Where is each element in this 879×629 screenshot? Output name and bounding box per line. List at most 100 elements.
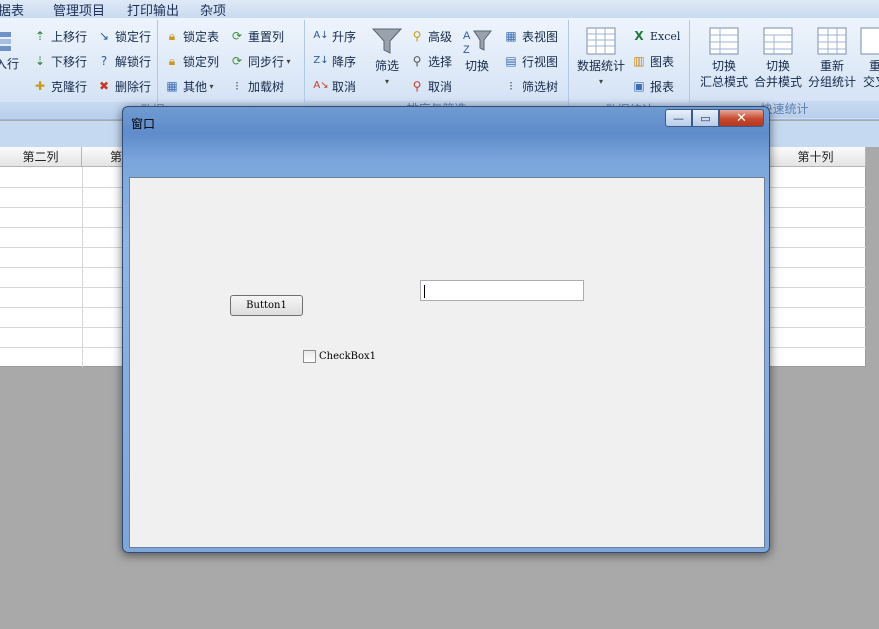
cross-statistics-button[interactable]: 重 交叉 (860, 26, 879, 90)
load-tree-label: 加载树 (248, 79, 285, 94)
menu-item-manage[interactable]: 管理项目 (53, 0, 105, 19)
maximize-icon: ▭ (700, 111, 711, 125)
unlock-row-button[interactable]: ? 解锁行 (96, 51, 151, 71)
select-icon: ⚲ (412, 54, 422, 68)
switch-summary-line1: 切换 (711, 59, 736, 73)
ribbon: 入行 ⇡ 上移行 ⇣ 下移行 ✚ 克隆行 ↘ 锁定行 ? 解锁行 ✖ 删除行 🔒︎ 锁定表 🔒… (0, 18, 879, 120)
blurred-background-headers (129, 147, 765, 173)
checkbox1-label: CheckBox1 (319, 351, 377, 362)
chevron-down-icon: ▾ (207, 81, 214, 91)
sync-row-label: 同步行 (248, 54, 285, 69)
lock-icon: 🔒︎ (168, 29, 176, 43)
filter-tree-button[interactable]: ⁝ 筛选树 (503, 76, 558, 96)
chevron-down-icon: ▾ (598, 77, 603, 86)
chart-label: 图表 (650, 54, 675, 69)
regroup-statistics-button[interactable]: 重新 分组统计 (806, 26, 858, 90)
window-controls: — ▭ ✕ (665, 109, 764, 127)
text-input[interactable] (420, 280, 584, 301)
chevron-down-icon: ▾ (284, 56, 291, 66)
row-view-label: 行视图 (522, 54, 559, 69)
sort-desc-button[interactable]: Z↓ 降序 (313, 51, 356, 71)
reset-column-button[interactable]: ⟳ 重置列 (229, 26, 284, 46)
switch-summary-mode-button[interactable]: 切换 汇总模式 (698, 26, 750, 90)
sort-asc-label: 升序 (332, 29, 357, 44)
other-dropdown[interactable]: ▦ 其他 ▾ (164, 76, 214, 96)
az-funnel-icon: AZ (463, 30, 493, 56)
lock-column-button[interactable]: 🔒︎ 锁定列 (164, 51, 219, 71)
switch-button[interactable]: AZ 切换 (459, 26, 495, 74)
dialog-title: 窗口 (131, 117, 156, 131)
filter-cancel-label: 取消 (428, 79, 453, 94)
lock-row-icon: ↘ (98, 29, 110, 43)
column-header-10[interactable]: 第十列 (766, 147, 866, 167)
data-statistics-label: 数据统计 (576, 59, 625, 73)
filter-button[interactable]: 筛选 ▾ (369, 26, 405, 90)
menu-item-misc[interactable]: 杂项 (200, 0, 226, 19)
summary-grid-icon (709, 27, 739, 55)
text-caret (424, 285, 425, 298)
menu-bar: 据表 管理项目 打印输出 杂项 (0, 0, 879, 19)
filter-label: 筛选 (374, 59, 399, 73)
load-tree-button[interactable]: ⁝ 加载树 (229, 76, 284, 96)
row-view-icon: ▤ (505, 54, 517, 68)
close-button[interactable]: ✕ (719, 109, 764, 127)
switch-label: 切换 (464, 59, 489, 73)
checkbox1[interactable]: CheckBox1 (303, 350, 376, 363)
filter-tree-icon: ⁝ (509, 79, 513, 93)
sync-row-button[interactable]: ⟳ 同步行 ▾ (229, 51, 291, 71)
filter-select-button[interactable]: ⚲ 选择 (409, 51, 452, 71)
ribbon-group-sort-filter: A↓ 升序 Z↓ 降序 A↘ 取消 筛选 ▾ ⚲ 高级 ⚲ 选择 ⚲ 取消 AZ 切换 ▦ 表… (305, 20, 569, 118)
filter-tree-label: 筛选树 (522, 79, 559, 94)
minimize-icon: — (673, 111, 684, 125)
report-button[interactable]: ▣ 报表 (631, 76, 674, 96)
filter-advanced-button[interactable]: ⚲ 高级 (409, 26, 452, 46)
lock-icon: 🔒︎ (168, 54, 176, 68)
data-statistics-button[interactable]: 数据统计 ▾ (575, 26, 627, 90)
funnel-small-icon: ⚲ (412, 29, 422, 43)
lock-row-button[interactable]: ↘ 锁定行 (96, 26, 151, 46)
delete-row-icon: ✖ (98, 79, 110, 93)
button1[interactable]: Button1 (230, 295, 303, 316)
dialog-window[interactable]: 窗口 — ▭ ✕ Button1 CheckBox1 (122, 106, 770, 553)
ribbon-group-quick-stats: 切换 汇总模式 切换 合并模式 重新 分组统计 重 交叉 快速统计 (690, 20, 879, 118)
insert-row-button[interactable]: 入行 (0, 28, 20, 72)
unlock-row-icon: ? (100, 54, 108, 68)
table-view-button[interactable]: ▦ 表视图 (503, 26, 558, 46)
clone-row-label: 克隆行 (51, 79, 88, 94)
filter-cancel-icon: ⚲ (412, 79, 422, 93)
report-icon: ▣ (633, 79, 645, 93)
arrow-down-icon: ⇣ (34, 54, 46, 68)
switch-merge-mode-button[interactable]: 切换 合并模式 (752, 26, 804, 90)
move-row-up-button[interactable]: ⇡ 上移行 (32, 26, 87, 46)
move-row-down-button[interactable]: ⇣ 下移行 (32, 51, 87, 71)
tree-icon: ⁝ (235, 79, 239, 93)
sort-cancel-button[interactable]: A↘ 取消 (313, 76, 356, 96)
insert-row-icon (0, 32, 11, 51)
menu-item-print[interactable]: 打印输出 (127, 0, 179, 19)
switch-merge-line2: 合并模式 (753, 75, 802, 89)
filter-cancel-button[interactable]: ⚲ 取消 (409, 76, 452, 96)
cross-grid-icon (860, 27, 879, 55)
chart-button[interactable]: ▥ 图表 (631, 51, 674, 71)
statistics-grid-icon (586, 27, 616, 55)
excel-label: Excel (650, 29, 681, 43)
excel-button[interactable]: X Excel (631, 26, 680, 46)
checkbox-box[interactable] (303, 350, 316, 363)
svg-text:A: A (463, 30, 471, 42)
sync-doc-icon: ⟳ (231, 54, 243, 68)
reset-column-label: 重置列 (248, 29, 285, 44)
clone-icon: ✚ (34, 79, 46, 93)
delete-row-button[interactable]: ✖ 删除行 (96, 76, 151, 96)
move-row-down-label: 下移行 (51, 54, 88, 69)
row-view-button[interactable]: ▤ 行视图 (503, 51, 558, 71)
maximize-button[interactable]: ▭ (692, 109, 719, 127)
clone-row-button[interactable]: ✚ 克隆行 (32, 76, 87, 96)
sort-asc-button[interactable]: A↓ 升序 (313, 26, 356, 46)
merge-grid-icon (763, 27, 793, 55)
menu-item-data-table[interactable]: 据表 (0, 0, 24, 19)
lock-table-button[interactable]: 🔒︎ 锁定表 (164, 26, 219, 46)
column-header-2[interactable]: 第二列 (0, 147, 82, 167)
table-view-label: 表视图 (522, 29, 559, 44)
dialog-client-area: Button1 CheckBox1 (129, 177, 765, 548)
minimize-button[interactable]: — (665, 109, 692, 127)
